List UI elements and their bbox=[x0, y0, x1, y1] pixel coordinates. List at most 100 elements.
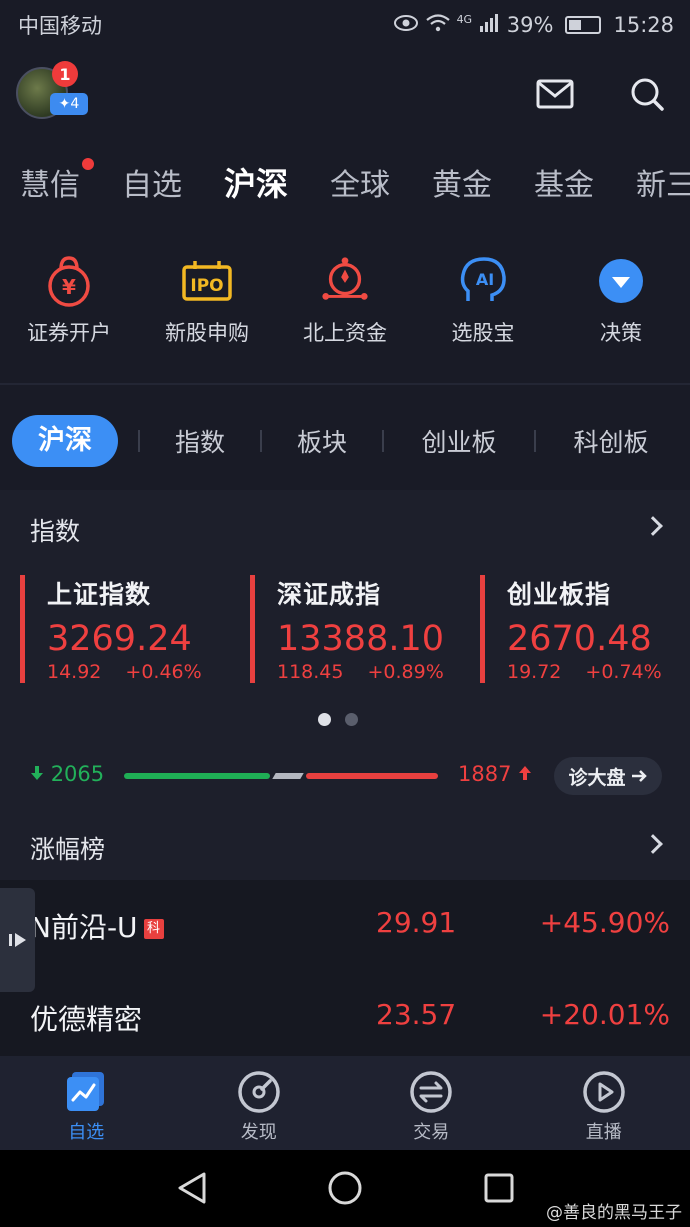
index-change-points: 14.92 bbox=[47, 661, 102, 683]
market-breadth: 2065 1887 诊大盘 bbox=[0, 756, 690, 796]
side-panel-handle[interactable] bbox=[0, 888, 35, 992]
nav-watchlist[interactable]: 自选 bbox=[0, 1056, 173, 1150]
tab-neeq[interactable]: 新三板 bbox=[636, 160, 690, 204]
stock-change-pct: +20.01% bbox=[539, 998, 670, 1031]
stock-name-text: N前沿-U bbox=[30, 911, 138, 944]
index-name: 深证成指 bbox=[277, 580, 382, 609]
tab-global[interactable]: 全球 bbox=[330, 160, 390, 204]
sub-tabs: 沪深 指数 板块 创业板 科创板 bbox=[0, 405, 690, 477]
app-header: 1 ✦4 bbox=[0, 55, 690, 135]
decliners-bar bbox=[124, 773, 270, 779]
index-name: 创业板指 bbox=[507, 580, 612, 609]
index-value: 13388.10 bbox=[277, 619, 445, 659]
battery-percent: 39% bbox=[506, 13, 554, 37]
nav-label: 发现 bbox=[240, 1122, 277, 1143]
subtab-star[interactable]: 科创板 bbox=[536, 423, 686, 459]
nav-label: 直播 bbox=[585, 1122, 622, 1143]
diagnose-market-button[interactable]: 诊大盘 bbox=[554, 757, 662, 795]
hk-flow-icon bbox=[319, 255, 371, 307]
decision-icon bbox=[595, 255, 647, 307]
carousel-dot bbox=[345, 713, 358, 726]
index-change-pct: +0.46% bbox=[125, 661, 202, 683]
signal-icon: 4G bbox=[457, 13, 501, 38]
stock-change-pct: +45.90% bbox=[539, 906, 670, 939]
advancers-value: 1887 bbox=[458, 762, 512, 786]
index-card-chinext[interactable]: 创业板指 2670.48 19.72 +0.74% bbox=[480, 575, 680, 683]
tab-huixin[interactable]: 慧信 bbox=[20, 158, 94, 204]
svg-text:AI: AI bbox=[476, 270, 494, 289]
gainers-section-title[interactable]: 涨幅榜 bbox=[30, 830, 105, 866]
tab-gold[interactable]: 黄金 bbox=[432, 160, 492, 204]
quick-ipo[interactable]: IPO 新股申购 bbox=[138, 255, 276, 355]
quick-open-account[interactable]: ¥ 证券开户 bbox=[0, 255, 138, 355]
index-change-pct: +0.89% bbox=[367, 661, 444, 683]
index-panel bbox=[0, 490, 690, 880]
carousel-dots bbox=[318, 713, 358, 726]
index-value: 3269.24 bbox=[47, 619, 192, 659]
arrow-right-icon bbox=[631, 770, 647, 782]
account-bag-icon: ¥ bbox=[43, 255, 95, 307]
quick-stock-picker[interactable]: AI 选股宝 bbox=[414, 255, 552, 355]
carousel-dot-active bbox=[318, 713, 331, 726]
advancers-count: 1887 bbox=[458, 762, 532, 786]
nav-trade[interactable]: 交易 bbox=[345, 1056, 518, 1150]
battery-icon bbox=[565, 16, 602, 34]
list-item[interactable]: N前沿-U 科 29.91 +45.90% bbox=[0, 880, 690, 968]
subtab-sector[interactable]: 板块 bbox=[262, 423, 382, 459]
index-change: 118.45 +0.89% bbox=[277, 661, 470, 683]
stock-name: N前沿-U 科 bbox=[30, 906, 164, 946]
index-card-sse[interactable]: 上证指数 3269.24 14.92 +0.46% bbox=[20, 575, 240, 683]
nav-live[interactable]: 直播 bbox=[518, 1056, 690, 1150]
search-icon[interactable] bbox=[626, 73, 668, 115]
wifi-icon bbox=[425, 13, 451, 38]
chart-trend-icon bbox=[67, 1072, 105, 1111]
section-divider bbox=[0, 383, 690, 385]
nav-label: 交易 bbox=[413, 1122, 450, 1143]
index-change-points: 118.45 bbox=[277, 661, 344, 683]
mail-icon[interactable] bbox=[534, 73, 576, 115]
index-card-szse[interactable]: 深证成指 13388.10 118.45 +0.89% bbox=[250, 575, 470, 683]
subtab-chinext[interactable]: 创业板 bbox=[384, 423, 534, 459]
decliners-count: 2065 bbox=[30, 762, 104, 786]
index-value: 2670.48 bbox=[507, 619, 652, 659]
home-icon[interactable] bbox=[327, 1170, 363, 1206]
back-icon[interactable] bbox=[174, 1170, 210, 1206]
carrier-label: 中国移动 bbox=[18, 14, 102, 38]
index-change-points: 19.72 bbox=[507, 661, 562, 683]
stock-price: 23.57 bbox=[376, 998, 457, 1031]
nav-label: 自选 bbox=[68, 1122, 105, 1143]
advancers-bar bbox=[306, 773, 438, 779]
ai-head-icon: AI bbox=[457, 255, 509, 307]
tab-shanghai-shenzhen[interactable]: 沪深 bbox=[224, 159, 288, 205]
gainers-list: N前沿-U 科 29.91 +45.90% 优德精密 23.57 +20.01% bbox=[0, 880, 690, 1056]
diagnose-label: 诊大盘 bbox=[568, 766, 626, 789]
system-nav-bar: @善良的黑马王子 bbox=[0, 1150, 690, 1227]
subtab-hushen[interactable]: 沪深 bbox=[12, 415, 118, 467]
quick-decision[interactable]: 决策 bbox=[552, 255, 690, 355]
quick-northbound[interactable]: 北上资金 bbox=[276, 255, 414, 355]
compass-icon bbox=[238, 1071, 280, 1113]
tab-funds[interactable]: 基金 bbox=[534, 160, 594, 204]
star-market-tag: 科 bbox=[143, 919, 164, 939]
tab-watchlist[interactable]: 自选 bbox=[122, 160, 182, 204]
market-tabs: 慧信 自选 沪深 全球 黄金 基金 新三板 bbox=[0, 152, 690, 212]
index-change: 14.92 +0.46% bbox=[47, 661, 240, 683]
quick-label: 北上资金 bbox=[303, 321, 387, 345]
clock: 15:28 bbox=[613, 13, 674, 37]
notification-badge: 1 bbox=[52, 61, 78, 87]
quick-label: 证券开户 bbox=[27, 321, 111, 345]
play-icon bbox=[583, 1071, 625, 1113]
quick-actions: ¥ 证券开户 IPO 新股申购 北上资金 AI 选股宝 决策 bbox=[0, 255, 690, 355]
list-item[interactable]: 优德精密 23.57 +20.01% bbox=[0, 972, 690, 1060]
nav-discover[interactable]: 发现 bbox=[173, 1056, 346, 1150]
unread-dot bbox=[82, 158, 94, 170]
expand-icon bbox=[8, 933, 26, 947]
watermark: @善良的黑马王子 bbox=[546, 1203, 682, 1223]
index-change: 19.72 +0.74% bbox=[507, 661, 680, 683]
index-section-title[interactable]: 指数 bbox=[30, 512, 80, 548]
subtab-index[interactable]: 指数 bbox=[140, 423, 260, 459]
decliners-value: 2065 bbox=[50, 762, 105, 786]
flat-bar bbox=[272, 773, 304, 779]
recents-icon[interactable] bbox=[481, 1170, 517, 1206]
index-name: 上证指数 bbox=[47, 580, 152, 609]
